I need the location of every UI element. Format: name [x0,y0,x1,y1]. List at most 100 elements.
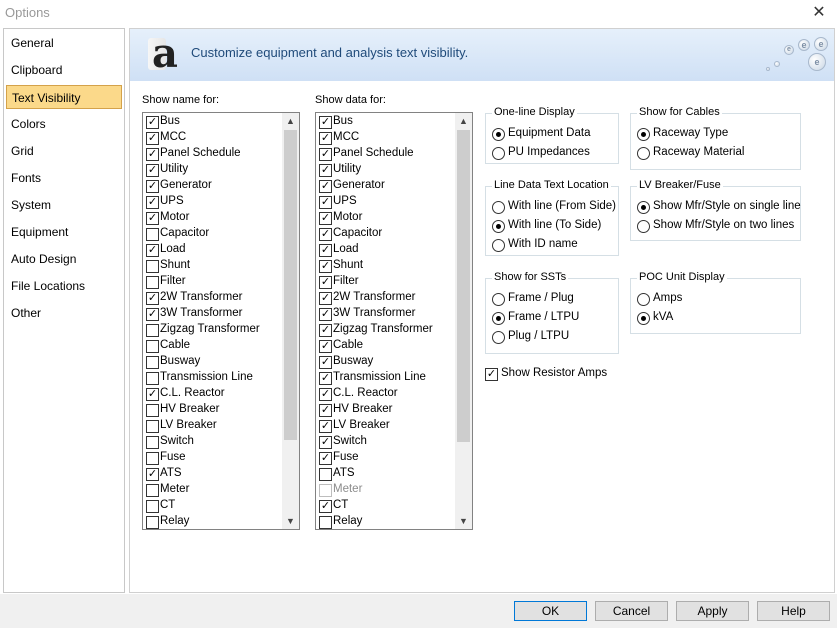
scroll-down-icon[interactable]: ▼ [455,513,472,529]
radio-unselected-icon[interactable] [492,293,505,306]
list-item-panel-schedule[interactable]: ✓ Panel Schedule [319,146,459,162]
list-item-ups[interactable]: ✓ UPS [319,194,459,210]
list-item-load[interactable]: ✓ Load [146,242,286,258]
checked-checkbox-icon[interactable]: ✓ [319,260,332,273]
apply-button[interactable]: Apply [676,601,749,621]
checkbox-box[interactable]: ✓ [485,368,498,381]
list-item-2w-transformer[interactable]: ✓ 2W Transformer [146,290,286,306]
list-item-motor[interactable]: ✓ Motor [319,210,459,226]
unchecked-checkbox-icon[interactable] [146,276,159,289]
list-item-ats[interactable]: ✓ ATS [146,466,286,482]
list-item-load[interactable]: ✓ Load [319,242,459,258]
checked-checkbox-icon[interactable]: ✓ [146,212,159,225]
checked-checkbox-icon[interactable]: ✓ [319,164,332,177]
scroll-up-icon[interactable]: ▲ [282,113,299,129]
list-item-fuse[interactable]: Fuse [146,450,286,466]
checked-checkbox-icon[interactable]: ✓ [319,404,332,417]
unchecked-checkbox-icon[interactable] [146,404,159,417]
checked-checkbox-icon[interactable]: ✓ [146,132,159,145]
list-item-3w-transformer[interactable]: ✓ 3W Transformer [146,306,286,322]
show-data-listbox[interactable]: Relay ✓ CT Meter ATS ✓ Fuse ✓ Switch ✓ LV Breaker ✓… [315,112,473,530]
sidebar-item-text-visibility[interactable]: Text Visibility [6,85,122,109]
checked-checkbox-icon[interactable]: ✓ [146,116,159,129]
scroll-up-icon[interactable]: ▲ [455,113,472,129]
sidebar-item-fonts[interactable]: Fonts [6,166,122,190]
checked-checkbox-icon[interactable]: ✓ [319,180,332,193]
list-item-utility[interactable]: ✓ Utility [146,162,286,178]
unchecked-checkbox-icon[interactable] [319,468,332,481]
list-item-hv-breaker[interactable]: HV Breaker [146,402,286,418]
checked-checkbox-icon[interactable]: ✓ [146,180,159,193]
checked-checkbox-icon[interactable]: ✓ [319,420,332,433]
list-item-ats[interactable]: ATS [319,466,459,482]
checked-checkbox-icon[interactable]: ✓ [319,132,332,145]
list-item-capacitor[interactable]: ✓ Capacitor [319,226,459,242]
checked-checkbox-icon[interactable]: ✓ [319,372,332,385]
scroll-down-icon[interactable]: ▼ [282,513,299,529]
unchecked-checkbox-icon[interactable] [146,500,159,513]
unchecked-checkbox-icon[interactable] [146,372,159,385]
radio-unselected-icon[interactable] [637,147,650,160]
checked-checkbox-icon[interactable]: ✓ [319,388,332,401]
checked-checkbox-icon[interactable]: ✓ [146,148,159,161]
unchecked-checkbox-icon[interactable] [319,484,332,497]
sidebar-item-auto-design[interactable]: Auto Design [6,247,122,271]
list-item-mcc[interactable]: ✓ MCC [146,130,286,146]
list-item-hv-breaker[interactable]: ✓ HV Breaker [319,402,459,418]
list-item-fuse[interactable]: ✓ Fuse [319,450,459,466]
checked-checkbox-icon[interactable]: ✓ [146,388,159,401]
list-item-filter[interactable]: Filter [146,274,286,290]
unchecked-checkbox-icon[interactable] [146,260,159,273]
radio-unselected-icon[interactable] [492,147,505,160]
checked-checkbox-icon[interactable]: ✓ [319,116,332,129]
unchecked-checkbox-icon[interactable] [146,324,159,337]
radio-selected-icon[interactable] [492,128,505,141]
list-item-cable[interactable]: ✓ Cable [319,338,459,354]
list-item-meter[interactable]: Meter [146,482,286,498]
sidebar-item-system[interactable]: System [6,193,122,217]
checked-checkbox-icon[interactable]: ✓ [319,148,332,161]
show-data-scrollbar[interactable]: ▲ ▼ [455,113,472,529]
checked-checkbox-icon[interactable]: ✓ [319,228,332,241]
checked-checkbox-icon[interactable]: ✓ [319,452,332,465]
unchecked-checkbox-icon[interactable] [146,356,159,369]
list-item-c-l-reactor[interactable]: ✓ C.L. Reactor [319,386,459,402]
radio-unselected-icon[interactable] [637,293,650,306]
radio-unselected-icon[interactable] [492,331,505,344]
unchecked-checkbox-icon[interactable] [146,420,159,433]
list-item-lv-breaker[interactable]: ✓ LV Breaker [319,418,459,434]
list-item-generator[interactable]: ✓ Generator [319,178,459,194]
list-item-relay[interactable]: Relay [319,514,459,529]
list-item-lv-breaker[interactable]: LV Breaker [146,418,286,434]
list-item-generator[interactable]: ✓ Generator [146,178,286,194]
checked-checkbox-icon[interactable]: ✓ [319,500,332,513]
help-button[interactable]: Help [757,601,830,621]
sidebar-item-equipment[interactable]: Equipment [6,220,122,244]
show-resistor-amps-checkbox[interactable]: ✓ Show Resistor Amps [485,366,625,382]
list-item-ups[interactable]: ✓ UPS [146,194,286,210]
unchecked-checkbox-icon[interactable] [146,340,159,353]
list-item-zigzag-transformer[interactable]: Zigzag Transformer [146,322,286,338]
radio-unselected-icon[interactable] [492,239,505,252]
list-item-cable[interactable]: Cable [146,338,286,354]
sidebar-item-grid[interactable]: Grid [6,139,122,163]
list-item-busway[interactable]: ✓ Busway [319,354,459,370]
unchecked-checkbox-icon[interactable] [146,452,159,465]
radio-selected-icon[interactable] [637,201,650,214]
list-item-2w-transformer[interactable]: ✓ 2W Transformer [319,290,459,306]
close-icon[interactable]: ✕ [807,1,831,25]
list-item-filter[interactable]: ✓ Filter [319,274,459,290]
radio-selected-icon[interactable] [637,312,650,325]
unchecked-checkbox-icon[interactable] [146,484,159,497]
checked-checkbox-icon[interactable]: ✓ [319,212,332,225]
sidebar-item-clipboard[interactable]: Clipboard [6,58,122,82]
checked-checkbox-icon[interactable]: ✓ [319,340,332,353]
ok-button[interactable]: OK [514,601,587,621]
list-item-motor[interactable]: ✓ Motor [146,210,286,226]
list-item-bus[interactable]: ✓ Bus [319,114,459,130]
show-name-listbox[interactable]: Relay CT Meter ✓ ATS Fuse Switch LV Breaker HV B… [142,112,300,530]
radio-unselected-icon[interactable] [637,220,650,233]
sidebar-item-file-locations[interactable]: File Locations [6,274,122,298]
checked-checkbox-icon[interactable]: ✓ [319,292,332,305]
list-item-utility[interactable]: ✓ Utility [319,162,459,178]
